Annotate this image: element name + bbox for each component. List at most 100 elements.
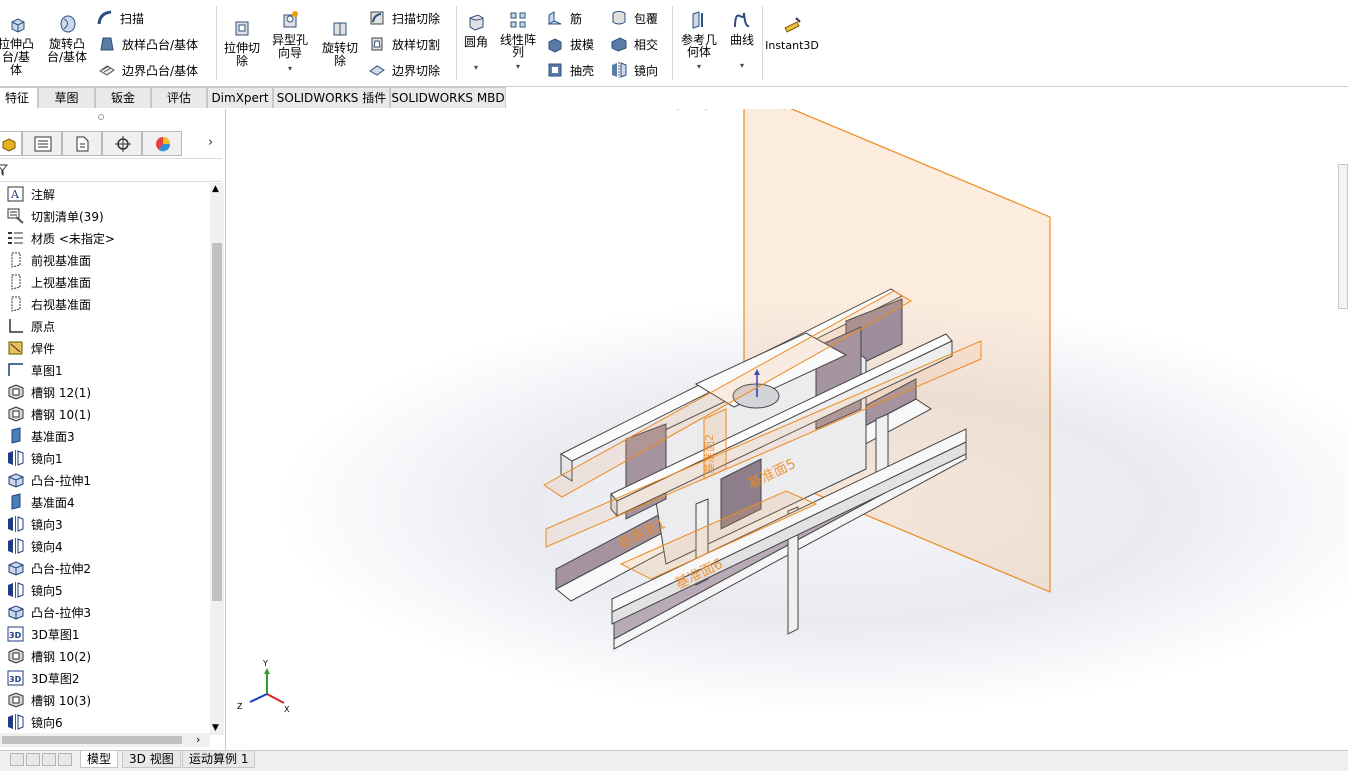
tree-item[interactable]: 右视基准面	[6, 293, 91, 315]
revolve-boss-button[interactable]: 旋转凸台/基体	[44, 14, 92, 64]
tree-item[interactable]: 镜向4	[6, 535, 63, 557]
filter-icon[interactable]	[0, 164, 8, 176]
tree-item[interactable]: 草图1	[6, 359, 63, 381]
tab-motion-study[interactable]: 运动算例 1	[182, 751, 256, 768]
configuration-manager-tab[interactable]	[62, 131, 102, 156]
scrollbar-thumb[interactable]	[212, 243, 222, 601]
linear-pattern-button[interactable]: 线性阵列 ▾	[496, 10, 540, 73]
loft-cut-button[interactable]: 放样切割	[368, 33, 440, 55]
sweep-cut-button[interactable]: 扫描切除	[368, 7, 440, 29]
chevron-right-icon[interactable]: ›	[196, 733, 200, 746]
revolve-cut-icon	[333, 22, 347, 36]
tree-item[interactable]: 基准面3	[6, 425, 75, 447]
boundary-cut-button[interactable]: 边界切除	[368, 59, 440, 81]
shell-icon	[548, 63, 562, 77]
shell-button[interactable]: 抽壳	[546, 59, 594, 81]
sketch-icon	[8, 363, 23, 376]
tree-item-label: 上视基准面	[31, 275, 92, 290]
curves-button[interactable]: 曲线 ▾	[726, 10, 758, 72]
tab-features[interactable]: 特征	[0, 87, 38, 108]
tab-solidworks-addins[interactable]: SOLIDWORKS 插件	[273, 87, 390, 108]
tree-item[interactable]: 镜向6	[6, 711, 63, 733]
model-view[interactable]: 基准面1 基准面6 基准面5 基准面2 Y X Z	[226, 109, 1348, 750]
rib-button[interactable]: 筋	[546, 7, 582, 29]
revolve-cut-button[interactable]: 旋转切除	[318, 18, 362, 68]
hole-wizard-button[interactable]: 异型孔向导 ▾	[268, 10, 312, 75]
property-manager-tab[interactable]	[22, 131, 62, 156]
panel-grip-icon[interactable]	[98, 114, 104, 120]
draft-button[interactable]: 拔模	[546, 33, 594, 55]
svg-text:A: A	[10, 188, 20, 201]
dropdown-arrow-icon[interactable]: ▾	[460, 62, 492, 74]
tree-item[interactable]: 槽钢 10(3)	[6, 689, 91, 711]
tree-item[interactable]: 镜向5	[6, 579, 63, 601]
filter-row[interactable]	[0, 158, 222, 182]
next-tab-icon[interactable]	[42, 753, 56, 766]
loft-boss-button[interactable]: 放样凸台/基体	[98, 33, 198, 55]
tree-item[interactable]: 凸台-拉伸2	[6, 557, 91, 579]
tree-item[interactable]: 3D 3D草图2	[6, 667, 80, 689]
dropdown-arrow-icon[interactable]: ▾	[268, 63, 312, 75]
previous-tab-icon[interactable]	[26, 753, 40, 766]
mirror-button[interactable]: 镜向	[610, 59, 658, 81]
tab-sketch[interactable]: 草图	[38, 87, 95, 108]
tab-3d-views[interactable]: 3D 视图	[122, 751, 181, 768]
tree-item-label: 切割清单(39)	[31, 209, 104, 224]
tree-vertical-scrollbar[interactable]: ▲ ▼	[210, 183, 224, 735]
wrap-button[interactable]: 包覆	[610, 7, 658, 29]
tree-item[interactable]: 3D 3D草图1	[6, 623, 80, 645]
boss-extrude-icon	[8, 473, 24, 488]
chevron-up-icon[interactable]: ▲	[212, 185, 219, 194]
dropdown-arrow-icon[interactable]: ▾	[496, 61, 540, 73]
tree-item[interactable]: 焊件	[6, 337, 55, 359]
plane-label: 基准面2	[703, 434, 716, 474]
tree-item[interactable]: 凸台-拉伸3	[6, 601, 91, 623]
dimxpert-manager-tab[interactable]	[102, 131, 142, 156]
sweep-icon	[97, 10, 112, 25]
tree-horizontal-scrollbar[interactable]: ›	[0, 733, 210, 747]
intersect-button[interactable]: 相交	[610, 33, 658, 55]
scrollbar-thumb[interactable]	[2, 736, 182, 744]
dropdown-arrow-icon[interactable]: ▾	[676, 61, 722, 73]
tree-item[interactable]: 镜向3	[6, 513, 63, 535]
extrude-cut-button[interactable]: 拉伸切除	[220, 18, 264, 68]
tree-item[interactable]: A 注解	[6, 183, 55, 205]
draft-icon	[548, 38, 562, 53]
display-manager-tab[interactable]	[142, 131, 182, 156]
linear-pattern-icon	[510, 12, 526, 28]
sweep-button[interactable]: 扫描	[96, 7, 144, 29]
tab-solidworks-mbd[interactable]: SOLIDWORKS MBD	[390, 87, 506, 108]
tree-item[interactable]: 槽钢 10(1)	[6, 403, 91, 425]
tree-item[interactable]: 凸台-拉伸1	[6, 469, 91, 491]
feature-manager-tab[interactable]	[0, 131, 22, 156]
reference-geometry-button[interactable]: 参考几何体 ▾	[676, 10, 722, 73]
dropdown-arrow-icon[interactable]: ▾	[726, 60, 758, 72]
chevron-right-icon[interactable]: ›	[208, 135, 213, 150]
instant3d-button[interactable]: Instant3D	[764, 16, 820, 52]
tab-model[interactable]: 模型	[80, 751, 119, 768]
boundary-boss-button[interactable]: 边界凸台/基体	[98, 59, 198, 81]
tree-item[interactable]: 槽钢 12(1)	[6, 381, 91, 403]
tree-item[interactable]: 基准面4	[6, 491, 75, 513]
tree-item[interactable]: 材质 <未指定>	[6, 227, 115, 249]
extrude-boss-button[interactable]: 拉伸凸台/基体	[0, 14, 40, 77]
tree-item[interactable]: 槽钢 10(2)	[6, 645, 91, 667]
tree-item-label: 槽钢 12(1)	[31, 385, 92, 400]
tree-item[interactable]: 镜向1	[6, 447, 63, 469]
tree-item-label: 右视基准面	[31, 297, 92, 312]
last-tab-icon[interactable]	[58, 753, 72, 766]
tree-item[interactable]: 原点	[6, 315, 55, 337]
fillet-button[interactable]: 圆角 ▾	[460, 12, 492, 74]
3d-sketch-icon: 3D	[7, 626, 24, 642]
graphics-area[interactable]: 基准面1 基准面6 基准面5 基准面2 Y X Z	[226, 109, 1348, 750]
tab-evaluate[interactable]: 评估	[151, 87, 207, 108]
fillet-icon	[469, 14, 484, 31]
chevron-down-icon[interactable]: ▼	[212, 724, 219, 733]
tab-sheet-metal[interactable]: 钣金	[95, 87, 151, 108]
tree-item[interactable]: 切割清单(39)	[6, 205, 104, 227]
tab-dimxpert[interactable]: DimXpert	[207, 87, 273, 108]
tree-item[interactable]: 前视基准面	[6, 249, 91, 271]
tree-item[interactable]: 上视基准面	[6, 271, 91, 293]
first-tab-icon[interactable]	[10, 753, 24, 766]
mirror-icon	[8, 538, 24, 554]
